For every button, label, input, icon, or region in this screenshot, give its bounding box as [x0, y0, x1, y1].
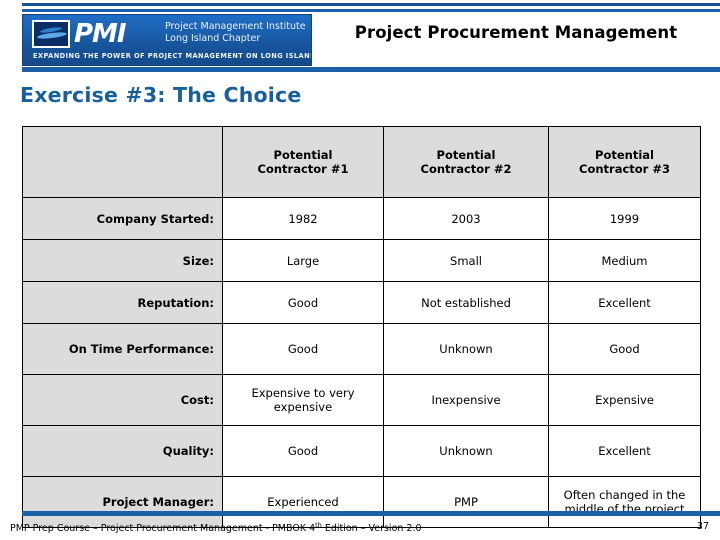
cell-cost-c2: Inexpensive	[383, 374, 549, 426]
long-island-map-icon	[32, 20, 70, 48]
row-label-cost: Cost:	[22, 374, 223, 426]
table-row: Project Manager: Experienced PMP Often c…	[22, 476, 701, 528]
row-label-quality: Quality:	[22, 425, 223, 477]
column-header-line-2: Contractor #3	[579, 162, 670, 176]
cell-project-manager-c2: PMP	[383, 476, 549, 528]
column-header-contractor-2: Potential Contractor #2	[383, 126, 549, 198]
logo-tagline: EXPANDING THE POWER OF PROJECT MANAGEMEN…	[33, 52, 312, 60]
cell-on-time-performance-c3: Good	[548, 323, 701, 375]
cell-reputation-c3: Excellent	[548, 281, 701, 324]
cell-cost-c1: Expensive to very expensive	[222, 374, 384, 426]
top-rule-upper	[22, 3, 720, 6]
cell-company-started-c1: 1982	[222, 197, 384, 240]
logo-org-line1: Project Management Institute	[165, 21, 306, 32]
top-rule-lower	[22, 9, 720, 12]
cell-company-started-c2: 2003	[383, 197, 549, 240]
exercise-heading: Exercise #3: The Choice	[20, 83, 302, 107]
row-label-on-time-performance: On Time Performance:	[22, 323, 223, 375]
logo-mark: PMI	[32, 20, 157, 48]
cell-quality-c1: Good	[222, 425, 384, 477]
cell-cost-c3: Expensive	[548, 374, 701, 426]
table-row: Reputation: Good Not established Excelle…	[22, 281, 701, 324]
row-label-reputation: Reputation:	[22, 281, 223, 324]
table-corner-cell	[22, 126, 223, 198]
column-header-line-2: Contractor #1	[257, 162, 349, 176]
header-underline-rule	[22, 67, 720, 72]
cell-company-started-c3: 1999	[548, 197, 701, 240]
column-header-contractor-1: Potential Contractor #1	[222, 126, 384, 198]
cell-reputation-c2: Not established	[383, 281, 549, 324]
cell-size-c1: Large	[222, 239, 384, 282]
cell-size-c2: Small	[383, 239, 549, 282]
footer-text-before: PMP Prep Course – Project Procurement Ma…	[10, 523, 316, 535]
logo-org-name: Project Management Institute Long Island…	[165, 21, 306, 44]
column-header-line-1: Potential	[273, 148, 333, 162]
table-header-row: Potential Contractor #1 Potential Contra…	[22, 126, 701, 198]
footer-text: PMP Prep Course – Project Procurement Ma…	[10, 521, 422, 534]
cell-quality-c2: Unknown	[383, 425, 549, 477]
pmi-wordmark: PMI	[74, 19, 127, 49]
cell-on-time-performance-c1: Good	[222, 323, 384, 375]
page-title: Project Procurement Management	[354, 23, 678, 42]
column-header-contractor-3: Potential Contractor #3	[548, 126, 701, 198]
cell-reputation-c1: Good	[222, 281, 384, 324]
row-label-size: Size:	[22, 239, 223, 282]
footer-superscript: th	[315, 521, 322, 529]
slide-header: PMI Project Management Institute Long Is…	[0, 13, 720, 67]
cell-on-time-performance-c2: Unknown	[383, 323, 549, 375]
cell-project-manager-c3: Often changed in the middle of the proje…	[548, 476, 701, 528]
table-row: Quality: Good Unknown Excellent	[22, 425, 701, 477]
table-row: Cost: Expensive to very expensive Inexpe…	[22, 374, 701, 426]
top-decorative-rules	[0, 0, 720, 14]
footer-text-after: Edition – Version 2.0	[321, 523, 422, 535]
table-row: Company Started: 1982 2003 1999	[22, 197, 701, 240]
footer-rule	[22, 511, 720, 516]
cell-project-manager-c1: Experienced	[222, 476, 384, 528]
row-label-company-started: Company Started:	[22, 197, 223, 240]
cell-quality-c3: Excellent	[548, 425, 701, 477]
column-header-line-1: Potential	[436, 148, 496, 162]
row-label-project-manager: Project Manager:	[22, 476, 223, 528]
table-row: On Time Performance: Good Unknown Good	[22, 323, 701, 375]
column-header-line-2: Contractor #2	[420, 162, 512, 176]
table-row: Size: Large Small Medium	[22, 239, 701, 282]
cell-size-c3: Medium	[548, 239, 701, 282]
logo-org-line2: Long Island Chapter	[165, 32, 261, 44]
page-number: 37	[696, 521, 709, 532]
pmi-long-island-logo: PMI Project Management Institute Long Is…	[22, 14, 312, 66]
column-header-line-1: Potential	[595, 148, 654, 162]
contractor-comparison-table: Potential Contractor #1 Potential Contra…	[22, 126, 701, 528]
